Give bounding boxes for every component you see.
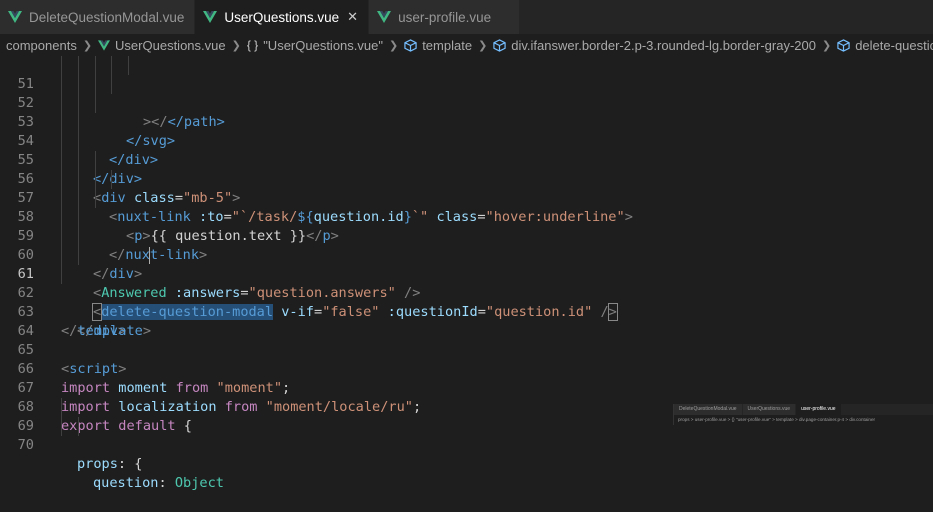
breadcrumb-folder-label: components [6,37,77,53]
code-token: props [77,456,118,472]
vue-file-icon [377,11,392,23]
breadcrumb-template[interactable]: template [404,38,472,53]
code-line: 54 </div> [0,113,933,187]
code-token: Object [174,475,224,491]
code-editor[interactable]: 51 ></</path> 52 </svg> 53 </div> 54 </d… [0,56,933,491]
code-line: 62 </div> [0,265,933,339]
code-line: 68 export default { [0,379,933,434]
code-line: 56 <nuxt-link :to="`/task/${question.id}… [0,151,933,225]
breadcrumb: components ❯ UserQuestions.vue ❯ { } "Us… [0,34,933,56]
preview-tab: UserQuestions.vue [742,404,797,415]
preview-tab: user-profile.vue [796,404,842,415]
vue-file-icon [8,11,22,23]
vue-file-icon [203,11,218,23]
code-line: 60 <Answered :answers="question.answers"… [0,227,933,301]
cube-icon [404,38,417,52]
chevron-right-icon: ❯ [82,38,93,52]
chevron-right-icon: ❯ [231,38,241,52]
editor-tab-bar: DeleteQuestionModal.vue UserQuestions.vu… [0,0,933,34]
code-line: 57 <p>{{ question.text }}</p> [0,170,933,244]
tab-user-questions[interactable]: UserQuestions.vue ✕ [195,0,370,34]
preview-tab: DeleteQuestionModal.vue [674,404,743,415]
preview-breadcrumb: props > user-profile.vue > {} "user-prof… [678,417,876,422]
code-line: 52 </svg> [0,75,933,149]
tab-delete-question-modal[interactable]: DeleteQuestionModal.vue [0,0,196,34]
code-token: question [93,475,159,491]
preview-tab-bar: DeleteQuestionModal.vue UserQuestions.vu… [674,404,933,415]
breadcrumb-file[interactable]: UserQuestions.vue [98,38,226,53]
tab-label: DeleteQuestionModal.vue [29,9,185,25]
code-line: 51 ></</path> [0,56,933,130]
chevron-right-icon: ❯ [388,38,399,52]
tab-label: UserQuestions.vue [224,9,340,25]
breadcrumb-last-label: delete-question-modal [855,37,933,53]
code-line: 55 <div class="mb-5"> [0,132,933,206]
text-cursor [149,247,150,264]
breadcrumb-last[interactable]: delete-question-modal [837,38,933,53]
code-line: 53 </div> [0,94,933,168]
braces-icon: { } [246,38,259,52]
cube-icon [837,38,850,52]
close-icon[interactable]: ✕ [347,10,358,25]
chevron-right-icon: ❯ [478,38,488,52]
chevron-right-icon: ❯ [821,38,832,52]
breadcrumb-object[interactable]: { } "UserQuestions.vue" [247,38,383,53]
breadcrumb-object-label: "UserQuestions.vue" [263,37,383,53]
code-line: 65 <script> [0,322,933,377]
window-preview[interactable]: DeleteQuestionModal.vue UserQuestions.vu… [673,404,933,425]
code-line-current: 61 <delete-question-modal v-if="false" :… [0,246,933,321]
breadcrumb-file-label: UserQuestions.vue [115,37,226,53]
breadcrumb-folder[interactable]: components [6,38,77,53]
vue-file-icon [98,39,111,51]
code-line: 64 [0,303,933,339]
breadcrumb-div[interactable]: div.ifanswer.border-2.p-3.rounded-lg.bor… [493,38,816,53]
line-number: 70 [17,437,34,453]
breadcrumb-div-label: div.ifanswer.border-2.p-3.rounded-lg.bor… [511,37,816,53]
code-line: 59 </div> [0,208,933,282]
code-line: 58 </nuxt-link> [0,189,933,263]
tab-label: user-profile.vue [398,9,492,25]
code-line: 63 </template> [0,284,933,339]
cube-icon [493,38,506,52]
code-line: 66 import moment from "moment"; [0,341,933,396]
code-line: 67 import localization from "moment/loca… [0,360,933,415]
tab-user-profile[interactable]: user-profile.vue [369,0,521,34]
breadcrumb-template-label: template [422,37,473,53]
